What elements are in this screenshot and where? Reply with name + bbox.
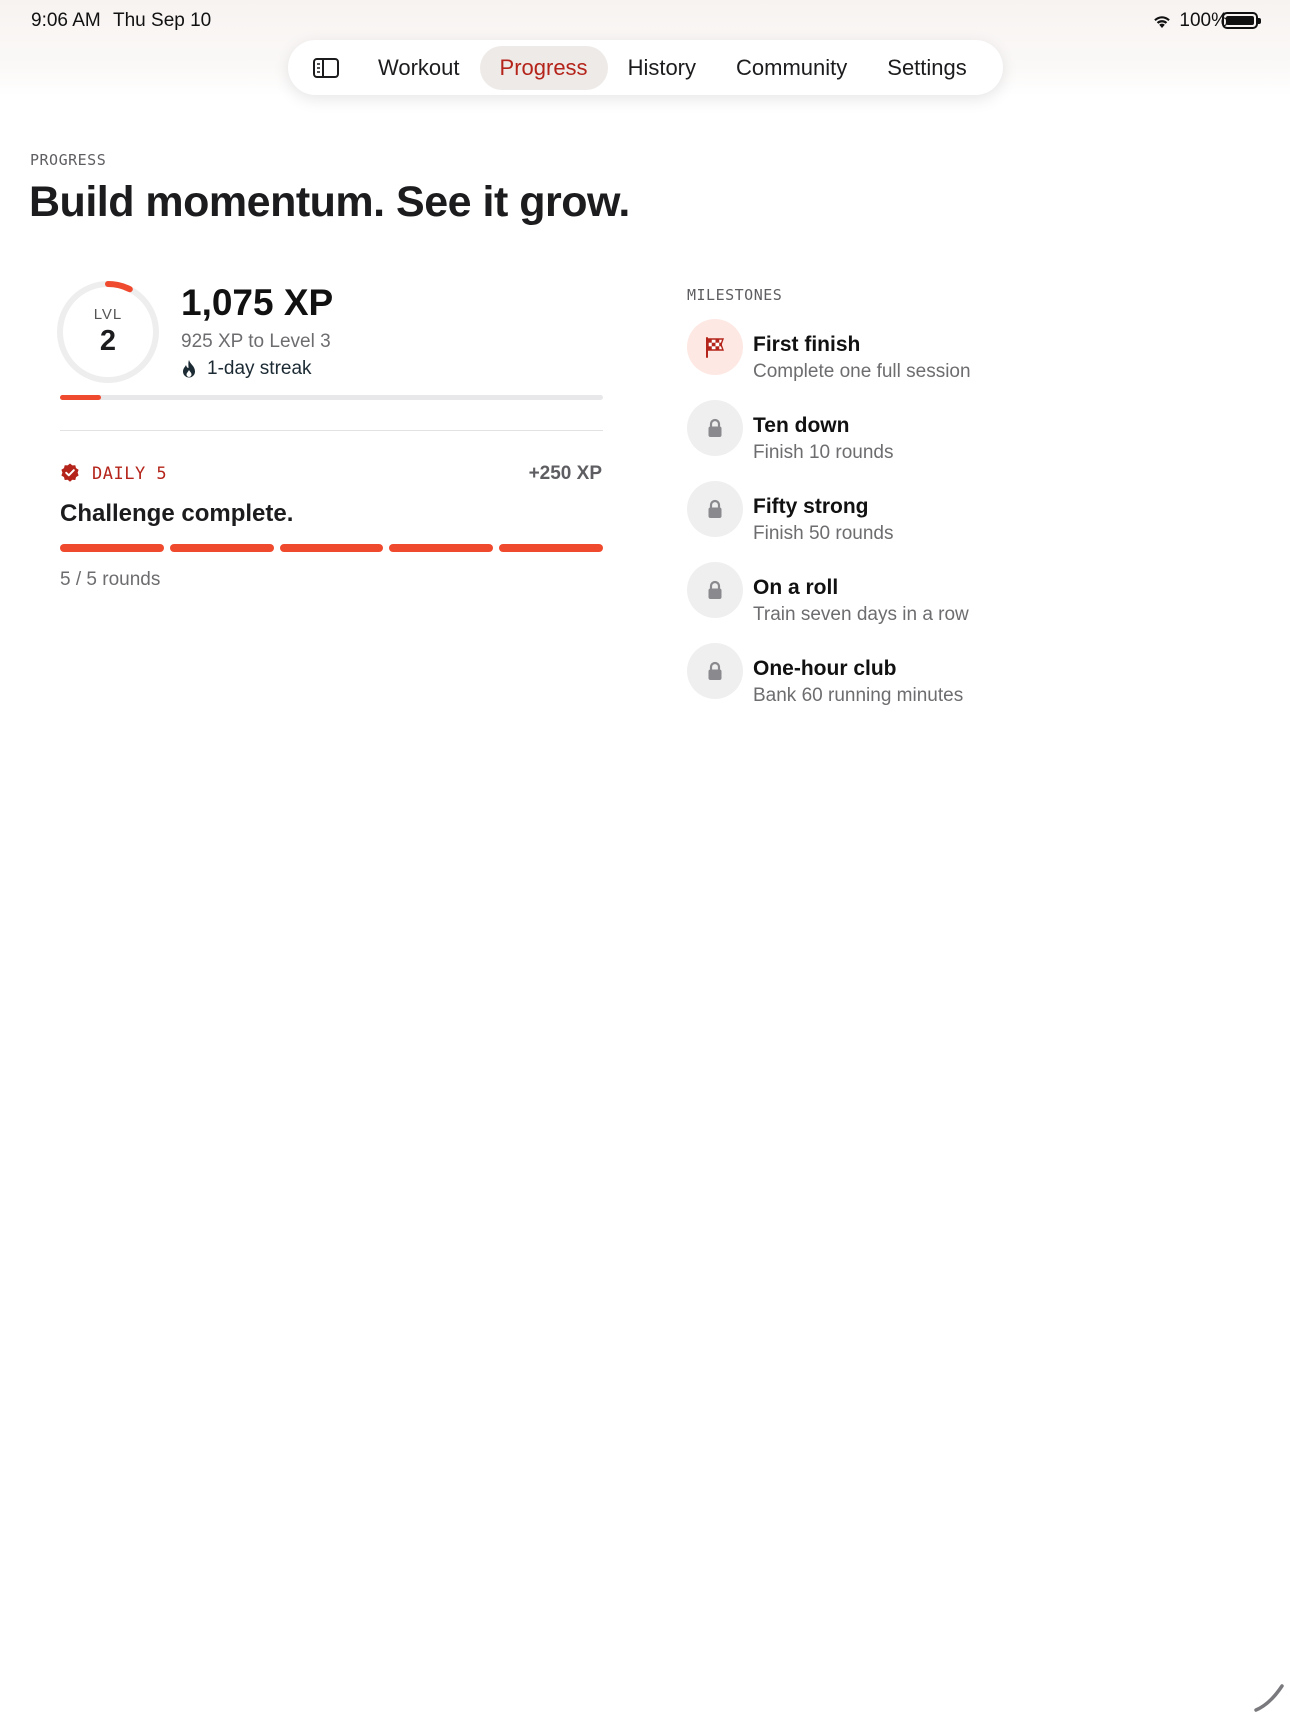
lock-icon [708, 499, 722, 518]
milestone-title: First finish [753, 333, 861, 356]
milestone-description: Complete one full session [753, 361, 971, 382]
status-indicators: 100% [1152, 10, 1228, 32]
daily-progress-segment [279, 544, 384, 552]
tab-history[interactable]: History [608, 46, 716, 90]
milestone-icon-container [687, 562, 743, 618]
status-time: 9:06 AM [31, 10, 101, 31]
milestone-item-one-hour-club[interactable]: One-hour club Bank 60 running minutes [687, 643, 1247, 706]
scroll-indicator [1254, 1684, 1284, 1712]
level-label: LVL [93, 306, 123, 323]
lock-icon [708, 418, 722, 437]
battery-icon [1222, 12, 1261, 29]
checkered-flag-icon [706, 337, 724, 358]
lock-icon [708, 661, 722, 680]
milestone-description: Train seven days in a row [753, 604, 969, 625]
daily-challenge-label: DAILY 5 [92, 464, 168, 484]
divider [60, 430, 603, 431]
milestone-icon-container [687, 400, 743, 456]
milestone-item-first-finish[interactable]: First finish Complete one full session [687, 319, 1247, 382]
xp-to-next-level: 925 XP to Level 3 [181, 331, 331, 352]
wifi-icon [1154, 15, 1171, 28]
verified-badge-icon [61, 463, 79, 482]
tab-settings[interactable]: Settings [867, 46, 987, 90]
milestone-title: One-hour club [753, 657, 897, 680]
streak-label: 1-day streak [207, 358, 312, 379]
milestone-description: Finish 50 rounds [753, 523, 894, 544]
daily-challenge-title: Challenge complete. [60, 500, 294, 527]
flame-icon [183, 360, 195, 378]
milestone-icon-container [687, 481, 743, 537]
milestone-title: Ten down [753, 414, 850, 437]
milestone-icon-container [687, 643, 743, 699]
daily-progress-segment [499, 544, 603, 552]
streak: 1-day streak [181, 358, 312, 380]
milestone-title: Fifty strong [753, 495, 869, 518]
milestones-heading: MILESTONES [687, 286, 783, 304]
daily-progress-segments [60, 544, 603, 552]
daily-round-count: 5 / 5 rounds [60, 569, 161, 590]
milestone-description: Bank 60 running minutes [753, 685, 964, 706]
daily-progress-segment [389, 544, 494, 552]
milestone-item-fifty-strong[interactable]: Fifty strong Finish 50 rounds [687, 481, 1247, 544]
tab-community[interactable]: Community [716, 46, 867, 90]
milestone-icon-container [687, 319, 743, 375]
xp-progress-fill [60, 395, 101, 400]
xp-total: 1,075 XP [181, 282, 334, 323]
battery-percent: 100% [1179, 10, 1228, 31]
milestone-item-on-a-roll[interactable]: On a roll Train seven days in a row [687, 562, 1247, 625]
section-eyebrow: PROGRESS [30, 151, 107, 169]
page-title: Build momentum. See it grow. [29, 178, 630, 226]
lock-icon [708, 580, 722, 599]
milestone-title: On a roll [753, 576, 839, 599]
xp-progress-bar [60, 395, 603, 400]
tab-bar: Workout Progress History Community Setti… [288, 40, 1003, 95]
milestone-description: Finish 10 rounds [753, 442, 894, 463]
tab-workout[interactable]: Workout [358, 46, 480, 90]
status-bar: 9:06 AM Thu Sep 10 100% [0, 0, 1290, 40]
daily-reward: +250 XP [528, 463, 602, 484]
tab-progress[interactable]: Progress [479, 45, 608, 90]
level-number: 2 [99, 325, 117, 357]
status-date: Thu Sep 10 [113, 10, 212, 31]
sidebar-toggle-icon[interactable] [312, 57, 340, 79]
daily-progress-segment [169, 544, 274, 552]
milestone-item-ten-down[interactable]: Ten down Finish 10 rounds [687, 400, 1247, 463]
daily-progress-segment [60, 544, 164, 552]
